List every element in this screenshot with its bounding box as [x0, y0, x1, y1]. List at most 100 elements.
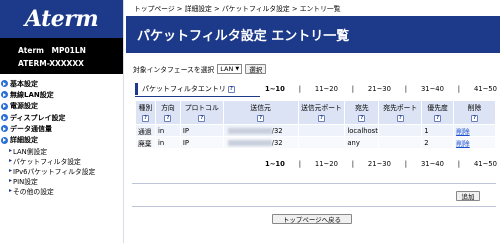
logo-area: Aterm	[0, 0, 123, 38]
help-icon[interactable]: ?	[257, 114, 265, 122]
cell-delete: 削除	[453, 124, 496, 137]
bullet-icon: ▸	[9, 167, 13, 175]
column-header-priority: 優先度?	[421, 100, 455, 125]
page-link-11-20[interactable]: 11~20	[312, 160, 341, 168]
page-link-41-50[interactable]: 41~50	[471, 85, 500, 93]
help-icon[interactable]: ?	[227, 85, 235, 93]
add-button[interactable]: 追加	[456, 191, 480, 201]
cell-source-port	[297, 124, 346, 137]
device-id: ATERM-XXXXXX	[18, 58, 84, 68]
cell-delete: 削除	[453, 136, 496, 149]
model-info: Aterm MP01LN ATERM-XXXXXX	[0, 38, 123, 74]
redacted-address	[227, 127, 272, 134]
submenu-item-packet-filter[interactable]: ▸ パケットフィルタ設定	[0, 156, 123, 166]
entry-section-header: パケットフィルタエントリ ?	[135, 83, 260, 95]
delete-link[interactable]: 削除	[456, 128, 470, 136]
interface-label: 対象インタフェースを選択	[133, 66, 215, 74]
column-header-type: 種別?	[135, 100, 156, 125]
arrow-right-icon	[1, 91, 8, 99]
pagination-bottom: 1~10 | 11~20 | 21~30 | 31~40 | 41~50	[262, 160, 500, 168]
sidebar-item-basic-settings[interactable]: 基本設定	[0, 78, 123, 89]
column-header-destination: 宛先?	[344, 100, 380, 125]
arrow-right-icon	[1, 114, 8, 122]
breadcrumb: トップページ > 詳細設定 > パケットフィルタ設定 > エントリ一覧	[134, 5, 341, 13]
aterm-logo: Aterm	[24, 6, 99, 32]
chevron-down-icon: ▼	[235, 66, 240, 72]
cell-source: /32	[222, 124, 299, 137]
arrow-right-icon	[1, 136, 8, 144]
sidebar-item-power[interactable]: 電源設定	[0, 101, 123, 112]
divider	[132, 183, 496, 184]
cell-type: 廃棄	[135, 136, 156, 149]
redacted-address	[227, 139, 272, 146]
cell-type: 通過	[135, 124, 156, 137]
sidebar-item-display[interactable]: ディスプレイ設定	[0, 112, 123, 123]
pagination-top: 1~10 | 11~20 | 21~30 | 31~40 | 41~50	[262, 85, 500, 93]
back-to-top-button[interactable]: トップページへ戻る	[272, 214, 352, 224]
column-header-delete: 削除?	[453, 100, 496, 125]
column-header-destination-port: 宛先ポート?	[378, 100, 423, 125]
cell-source-port	[297, 136, 346, 149]
page-link-41-50[interactable]: 41~50	[471, 160, 500, 168]
entry-section-title: パケットフィルタエントリ	[142, 85, 226, 93]
cell-protocol: IP	[179, 136, 224, 149]
cell-priority: 1	[421, 124, 455, 137]
submenu-item-other[interactable]: ▸ その他の設定	[0, 186, 123, 196]
delete-link[interactable]: 削除	[456, 140, 470, 148]
column-header-protocol: プロトコル?	[179, 100, 224, 125]
page-link-21-30[interactable]: 21~30	[365, 85, 394, 93]
column-header-source-port: 送信元ポート?	[297, 100, 346, 125]
divider	[132, 206, 496, 207]
interface-selector: 対象インタフェースを選択 LAN ▼ 選択	[133, 64, 267, 74]
help-icon[interactable]: ?	[141, 114, 149, 122]
cell-protocol: IP	[179, 124, 224, 137]
cell-source: /32	[222, 136, 299, 149]
cell-destination-port	[378, 136, 423, 149]
help-icon[interactable]: ?	[358, 114, 366, 122]
column-header-source: 送信元?	[222, 100, 299, 125]
page-link-31-40[interactable]: 31~40	[418, 85, 447, 93]
page-link-31-40[interactable]: 31~40	[418, 160, 447, 168]
sidebar-item-wireless-lan[interactable]: 無線LAN設定	[0, 89, 123, 100]
table-row: 廃棄 in IP /32 any 2 削除	[135, 136, 496, 149]
cell-destination: localhost	[344, 124, 380, 137]
main-content: トップページ > 詳細設定 > パケットフィルタ設定 > エントリ一覧 パケット…	[126, 0, 500, 243]
cell-destination-port	[378, 124, 423, 137]
help-icon[interactable]: ?	[164, 114, 172, 122]
table-row: 通過 in IP /32 localhost 1 削除	[135, 124, 496, 137]
cell-direction: in	[154, 136, 181, 149]
entry-table: 種別? 方向? プロトコル? 送信元? 送信元ポート? 宛先? 宛先ポート? 優…	[135, 100, 496, 149]
arrow-right-icon	[1, 80, 8, 88]
submenu-item-lan[interactable]: ▸ LAN側設定	[0, 146, 123, 156]
submenu-item-ipv6-packet-filter[interactable]: ▸ IPv6パケットフィルタ設定	[0, 166, 123, 176]
sidebar-item-data-usage[interactable]: データ通信量	[0, 123, 123, 134]
interface-select[interactable]: LAN ▼	[217, 64, 243, 74]
sidebar-item-advanced[interactable]: 詳細設定	[0, 134, 123, 145]
arrow-right-icon	[1, 102, 8, 110]
sidebar-menu: 基本設定 無線LAN設定 電源設定 ディスプレイ設定 データ通信量 詳細設定 ▸…	[0, 74, 123, 196]
submenu-item-pin[interactable]: ▸ PIN設定	[0, 176, 123, 186]
bullet-icon: ▸	[9, 147, 13, 155]
cell-priority: 2	[421, 136, 455, 149]
help-icon[interactable]: ?	[198, 114, 206, 122]
bullet-icon: ▸	[9, 177, 13, 185]
help-icon[interactable]: ?	[471, 114, 479, 122]
page-title: パケットフィルタ設定 エントリ一覧	[126, 16, 500, 53]
help-icon[interactable]: ?	[317, 114, 325, 122]
section-divider	[135, 96, 260, 97]
bullet-icon: ▸	[9, 157, 13, 165]
select-button[interactable]: 選択	[245, 64, 267, 74]
page-link-1-10: 1~10	[265, 160, 285, 168]
help-icon[interactable]: ?	[396, 114, 404, 122]
model-name: Aterm MP01LN	[18, 45, 86, 55]
bullet-icon: ▸	[9, 187, 13, 195]
table-header-row: 種別? 方向? プロトコル? 送信元? 送信元ポート? 宛先? 宛先ポート? 優…	[135, 100, 496, 125]
cell-destination: any	[344, 136, 380, 149]
cell-direction: in	[154, 124, 181, 137]
help-icon[interactable]: ?	[434, 114, 442, 122]
page-link-1-10: 1~10	[265, 85, 285, 93]
arrow-right-icon	[1, 125, 8, 133]
page-link-11-20[interactable]: 11~20	[312, 85, 341, 93]
sidebar: Aterm Aterm MP01LN ATERM-XXXXXX 基本設定 無線L…	[0, 0, 124, 243]
page-link-21-30[interactable]: 21~30	[365, 160, 394, 168]
